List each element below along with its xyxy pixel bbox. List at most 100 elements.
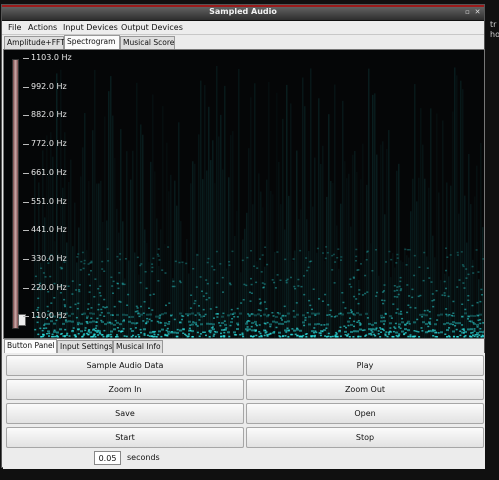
spectrogram-energy	[139, 328, 142, 331]
spectrogram-streak	[340, 203, 342, 338]
spectrogram-energy	[273, 281, 276, 284]
minimize-icon[interactable]: ▫	[463, 8, 472, 17]
spectrogram-energy	[329, 336, 332, 338]
spectrogram-energy	[62, 335, 65, 337]
spectrogram-energy	[204, 313, 207, 316]
close-icon[interactable]: ✕	[473, 8, 482, 17]
tab-musical-info[interactable]: Musical Info	[113, 340, 163, 353]
spectrogram-band	[437, 314, 440, 317]
spectrogram-energy	[265, 308, 268, 310]
play-button[interactable]: Play	[246, 355, 484, 376]
spectrogram-band	[110, 322, 113, 325]
spectrogram-energy	[278, 335, 281, 337]
spectrogram-band	[47, 330, 50, 333]
spectrogram-band	[365, 312, 368, 315]
spectrogram-energy	[164, 272, 167, 274]
frequency-tick	[23, 258, 29, 260]
spectrogram-energy	[413, 330, 416, 332]
tab-spectrogram[interactable]: Spectrogram	[64, 35, 120, 49]
open-button[interactable]: Open	[246, 403, 484, 424]
spectrogram-energy	[324, 293, 327, 296]
spectrogram-band	[77, 328, 80, 331]
spectrogram-streak	[238, 68, 240, 338]
spectrogram-energy	[423, 309, 426, 312]
spectrogram-energy	[83, 262, 86, 265]
spectrogram-streak	[386, 148, 388, 338]
tab-button-panel[interactable]: Button Panel	[4, 339, 57, 353]
spectrogram-band	[380, 314, 383, 317]
spectrogram-energy	[465, 268, 468, 270]
gain-slider[interactable]	[12, 59, 26, 329]
spectrogram-band	[482, 331, 484, 334]
spectrogram-energy	[284, 335, 287, 337]
spectrogram-energy	[221, 276, 224, 279]
spectrogram-energy	[358, 293, 361, 295]
spectrogram-energy	[446, 256, 449, 258]
spectrogram-band	[182, 328, 185, 331]
menu-input-devices[interactable]: Input Devices	[63, 23, 118, 32]
spectrogram-energy	[63, 298, 66, 301]
spectrogram-streak	[462, 89, 464, 338]
spectrogram-energy	[436, 336, 438, 338]
spectrogram-energy	[124, 258, 127, 260]
tab-input-settings[interactable]: Input Settings	[57, 340, 113, 353]
spectrogram-band	[281, 315, 284, 318]
duration-seconds-input[interactable]	[94, 451, 121, 465]
spectrogram-streak	[132, 150, 134, 338]
spectrogram-energy	[196, 331, 199, 334]
spectrogram-energy	[206, 261, 209, 264]
spectrogram-band	[344, 330, 347, 333]
spectrogram-band	[428, 329, 431, 332]
spectrogram-energy	[398, 333, 401, 335]
spectrogram-band	[434, 323, 437, 326]
sample-audio-data-button[interactable]: Sample Audio Data	[6, 355, 244, 376]
spectrogram-energy	[178, 261, 181, 264]
spectrogram-streak	[444, 273, 446, 338]
title-bar[interactable]: Sampled Audio ▫ ✕	[2, 5, 484, 21]
spectrogram-energy	[335, 331, 338, 334]
spectrogram-energy	[74, 303, 77, 306]
spectrogram-band	[131, 315, 134, 318]
save-button[interactable]: Save	[6, 403, 244, 424]
spectrogram-energy	[176, 335, 179, 338]
spectrogram-band	[188, 320, 191, 323]
start-button[interactable]: Start	[6, 427, 244, 448]
spectrogram-band	[248, 328, 251, 331]
tab-amplitude-fft[interactable]: Amplitude+FFT	[4, 36, 65, 49]
tab-musical-score[interactable]: Musical Score	[120, 36, 175, 49]
frequency-label: 772.0 Hz	[31, 139, 67, 149]
spectrogram-streak	[148, 262, 150, 339]
spectrogram-energy	[188, 333, 190, 335]
spectrogram-band	[353, 313, 356, 316]
spectrogram-band	[245, 322, 248, 325]
spectrogram-energy	[83, 259, 86, 262]
spectrogram-energy	[426, 309, 429, 312]
spectrogram-energy	[118, 272, 121, 274]
spectrogram-band	[194, 321, 197, 324]
frequency-tick	[23, 287, 29, 289]
spectrogram-energy	[335, 335, 338, 338]
menu-output-devices[interactable]: Output Devices	[121, 23, 183, 32]
zoom-in-button[interactable]: Zoom In	[6, 379, 244, 400]
spectrogram-energy	[275, 326, 278, 329]
spectrogram-band	[149, 331, 152, 334]
spectrogram-streak	[90, 269, 92, 338]
menu-file[interactable]: File	[8, 23, 21, 32]
spectrogram-energy	[431, 300, 434, 302]
spectrogram-band	[383, 320, 386, 323]
spectrogram-band	[149, 313, 152, 316]
spectrogram-energy	[313, 332, 316, 334]
spectrogram-band	[263, 313, 266, 316]
menu-actions[interactable]: Actions	[28, 23, 57, 32]
spectrogram-energy	[115, 336, 117, 338]
spectrogram-band	[320, 330, 323, 333]
spectrogram-energy	[125, 335, 128, 338]
spectrogram-energy	[137, 334, 140, 336]
spectrogram-band	[230, 313, 233, 316]
stop-button[interactable]: Stop	[246, 427, 484, 448]
spectrogram-energy	[381, 291, 384, 293]
spectrogram-streak	[484, 227, 485, 339]
zoom-out-button[interactable]: Zoom Out	[246, 379, 484, 400]
spectrogram-energy	[382, 316, 385, 319]
spectrogram-energy	[337, 248, 340, 250]
